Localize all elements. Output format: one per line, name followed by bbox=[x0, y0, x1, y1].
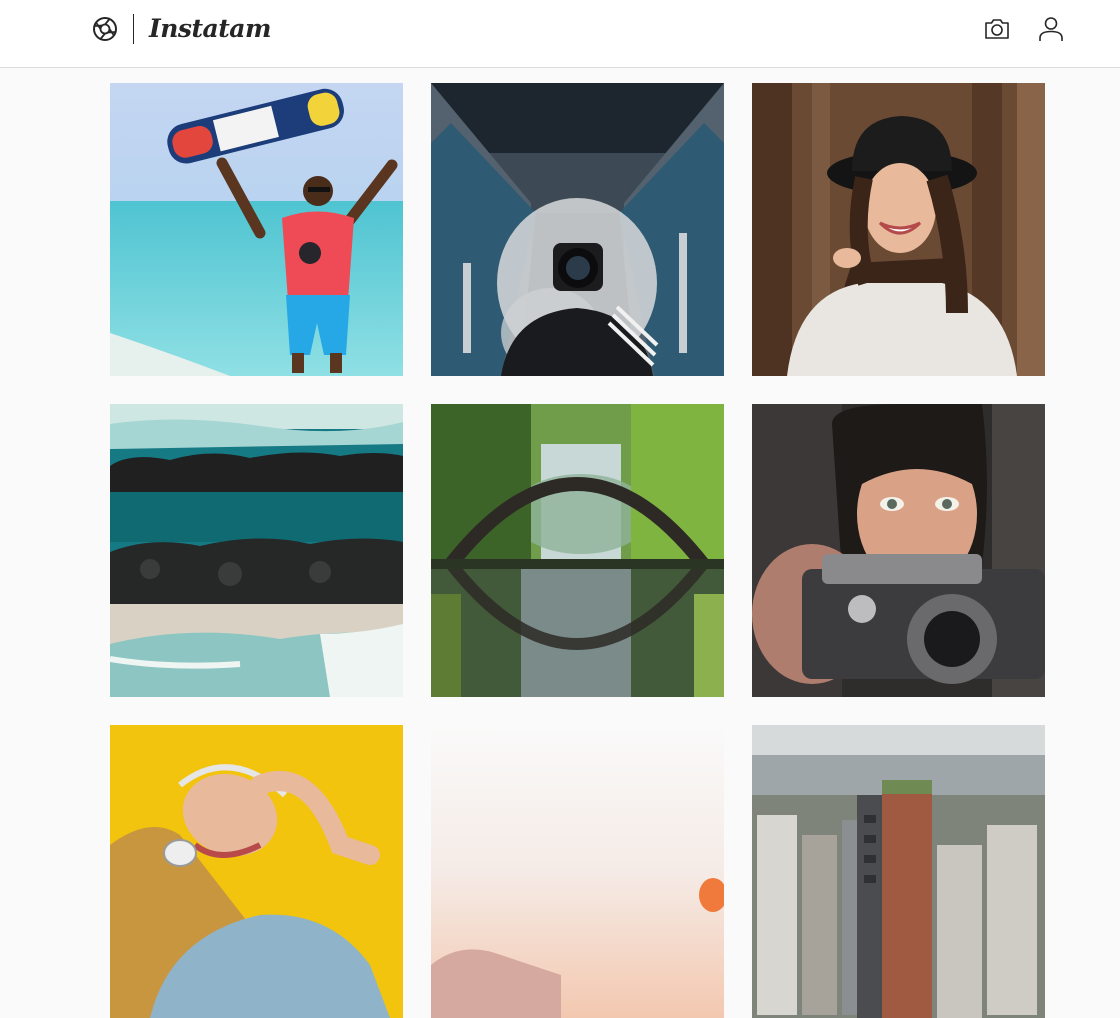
post-thumbnail[interactable] bbox=[110, 83, 403, 376]
arch-bridge-photo bbox=[431, 404, 724, 697]
top-nav-bar: Instatam bbox=[0, 0, 1120, 68]
user-icon bbox=[1039, 17, 1063, 41]
brand-divider bbox=[133, 14, 134, 44]
surfer-photo bbox=[110, 83, 403, 376]
post-thumbnail[interactable] bbox=[752, 725, 1045, 1018]
headphones-photo bbox=[110, 725, 403, 1018]
post-thumbnail[interactable] bbox=[110, 725, 403, 1018]
woman-camera-photo bbox=[752, 404, 1045, 697]
brand-home-link[interactable]: Instatam bbox=[92, 14, 271, 44]
post-thumbnail[interactable] bbox=[431, 83, 724, 376]
post-thumbnail[interactable] bbox=[431, 404, 724, 697]
city-skyline-photo bbox=[752, 725, 1045, 1018]
upload-photo-button[interactable] bbox=[982, 14, 1012, 44]
photo-feed-grid bbox=[110, 83, 1045, 1018]
camera-aperture-icon bbox=[93, 17, 117, 41]
photographer-photo bbox=[431, 83, 724, 376]
sunset-balloon-photo bbox=[431, 725, 724, 1018]
post-thumbnail[interactable] bbox=[110, 404, 403, 697]
woman-hat-photo bbox=[752, 83, 1045, 376]
post-thumbnail[interactable] bbox=[431, 725, 724, 1018]
profile-button[interactable] bbox=[1036, 14, 1066, 44]
post-thumbnail[interactable] bbox=[752, 404, 1045, 697]
camera-icon bbox=[985, 19, 1009, 39]
brand-wordmark: Instatam bbox=[149, 14, 271, 43]
breakwater-photo bbox=[110, 404, 403, 697]
post-thumbnail[interactable] bbox=[752, 83, 1045, 376]
